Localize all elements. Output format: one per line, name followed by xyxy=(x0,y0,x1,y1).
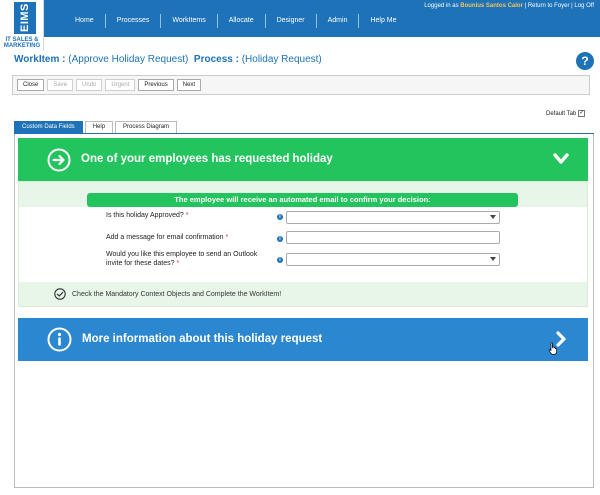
action-toolbar: Close Save Undo Urgent Previous Next xyxy=(12,75,590,95)
holiday-approved-caret-wrap xyxy=(286,211,500,224)
process-label: Process : xyxy=(193,54,239,65)
nav-allocate[interactable]: Allocate xyxy=(216,14,265,28)
tab-process-diagram[interactable]: Process Diagram xyxy=(115,121,178,133)
email-message-input[interactable] xyxy=(286,231,500,244)
check-circle-icon xyxy=(54,288,66,300)
previous-button[interactable]: Previous xyxy=(138,79,174,91)
default-tab-label: Default Tab xyxy=(546,110,577,117)
chevron-down-icon xyxy=(490,215,496,219)
outlook-invite-caret-wrap xyxy=(286,253,500,266)
email-message-label: Add a message for email confirmation * xyxy=(106,234,229,241)
main-nav: Home Processes WorkItems Allocate Design… xyxy=(64,14,408,28)
status-text: Check the Mandatory Context Objects and … xyxy=(72,290,282,298)
tab-strip: Custom Data Fields Help Process Diagram xyxy=(14,121,178,133)
nav-admin[interactable]: Admin xyxy=(315,14,359,28)
workitem-label: WorkItem : xyxy=(14,54,66,65)
return-to-foyer-link[interactable]: Return to Foyer xyxy=(528,3,570,9)
undo-button[interactable]: Undo xyxy=(76,79,103,91)
chevron-down-icon[interactable] xyxy=(553,152,569,166)
workitem-value: (Approve Holiday Request) xyxy=(65,54,189,65)
email-confirmation-banner: The employee will receive an automated e… xyxy=(87,193,518,207)
nav-workitems[interactable]: WorkItems xyxy=(160,14,216,28)
user-name[interactable]: Bounius Santos Calor xyxy=(460,3,523,9)
info-icon[interactable]: i xyxy=(277,257,283,263)
page-title: WorkItem : (Approve Holiday Request) Pro… xyxy=(14,54,322,65)
close-button[interactable]: Close xyxy=(17,79,45,91)
outlook-invite-label-line2: invite for these dates? * xyxy=(106,260,180,267)
info-icon[interactable]: i xyxy=(277,236,283,242)
next-button[interactable]: Next xyxy=(176,79,202,91)
chevron-down-icon xyxy=(490,257,496,261)
nav-help-me[interactable]: Help Me xyxy=(358,14,407,28)
info-icon[interactable]: i xyxy=(277,214,283,220)
user-bar: Logged in as Bounius Santos Calor | Retu… xyxy=(424,3,594,9)
logged-in-label: Logged in as xyxy=(424,3,461,9)
holiday-request-title: One of your employees has requested holi… xyxy=(81,153,333,165)
nav-processes[interactable]: Processes xyxy=(104,14,161,28)
default-tab-toggle: Default Tab ✓ xyxy=(546,110,586,117)
urgent-button[interactable]: Urgent xyxy=(105,79,136,91)
tab-help[interactable]: Help xyxy=(84,121,114,133)
tab-custom-data-fields[interactable]: Custom Data Fields xyxy=(14,121,83,133)
arrow-circle-icon xyxy=(47,148,71,172)
eims-logo[interactable]: EIMS IT SALES & MARKETING xyxy=(0,0,44,51)
logo-subtitle-line2: MARKETING xyxy=(3,43,41,49)
nav-designer[interactable]: Designer xyxy=(264,14,316,28)
hand-cursor-icon xyxy=(548,342,557,355)
process-value: (Holiday Request) xyxy=(238,54,322,65)
holiday-approved-label: Is this holiday Approved? * xyxy=(106,212,189,219)
logo-brand: EIMS xyxy=(14,2,36,34)
save-button[interactable]: Save xyxy=(47,79,74,91)
info-circle-icon xyxy=(47,327,72,352)
more-info-title: More information about this holiday requ… xyxy=(82,333,323,345)
status-message: Check the Mandatory Context Objects and … xyxy=(54,288,281,300)
log-off-link[interactable]: Log Off xyxy=(574,3,594,9)
help-question-icon[interactable]: ? xyxy=(576,52,594,70)
outlook-invite-label-line1: Would you like this employee to send an … xyxy=(106,251,258,258)
default-tab-checkbox[interactable]: ✓ xyxy=(578,110,586,117)
nav-home[interactable]: Home xyxy=(64,14,105,28)
